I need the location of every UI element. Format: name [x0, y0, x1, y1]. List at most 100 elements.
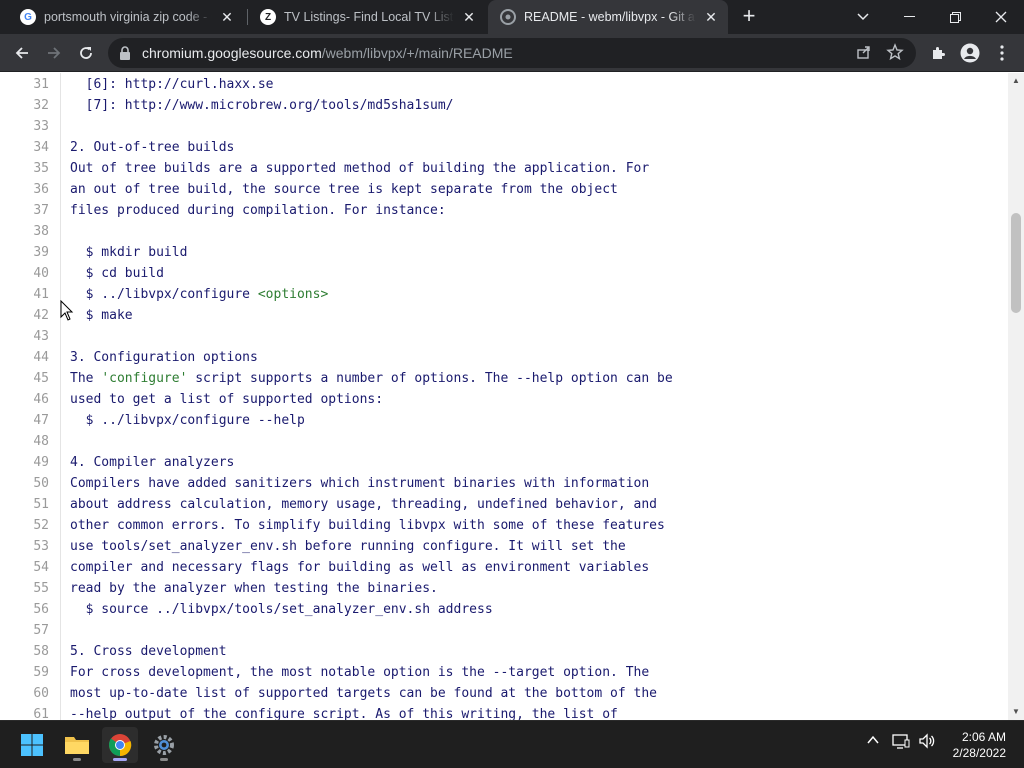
line-number[interactable]: 60 — [0, 683, 49, 704]
line-number[interactable]: 31 — [0, 74, 49, 95]
document-line: 47 $ ../libvpx/configure --help — [0, 410, 1008, 431]
document-line: 60 most up-to-date list of supported targ… — [0, 683, 1008, 704]
tab-search-icon[interactable] — [840, 0, 886, 34]
line-number[interactable]: 55 — [0, 578, 49, 599]
document-line: 45 The 'configure' script supports a numb… — [0, 368, 1008, 389]
close-tab-icon[interactable]: ✕ — [460, 8, 478, 26]
line-number[interactable]: 45 — [0, 368, 49, 389]
document-line: 37 files produced during compilation. For… — [0, 200, 1008, 221]
line-number[interactable]: 42 — [0, 305, 49, 326]
line-text-segment: Out of tree builds are a supported metho… — [70, 161, 650, 176]
z-icon: Z — [260, 9, 276, 25]
scroll-up-arrow-icon[interactable]: ▲ — [1011, 76, 1021, 86]
line-number[interactable]: 40 — [0, 263, 49, 284]
line-number[interactable]: 49 — [0, 452, 49, 473]
extensions-icon[interactable] — [924, 39, 952, 67]
line-number[interactable]: 58 — [0, 641, 49, 662]
back-button[interactable] — [8, 39, 36, 67]
menu-dots-icon[interactable] — [988, 39, 1016, 67]
tab-google-search[interactable]: G portsmouth virginia zip code - Go ✕ — [8, 0, 244, 34]
line-text-segment: $ make — [70, 308, 133, 323]
scroll-down-arrow-icon[interactable]: ▼ — [1011, 707, 1021, 717]
system-clock[interactable]: 2:06 AM 2/28/2022 — [953, 729, 1006, 761]
line-number[interactable]: 50 — [0, 473, 49, 494]
line-number[interactable]: 32 — [0, 95, 49, 116]
document-line: 51 about address calculation, memory usag… — [0, 494, 1008, 515]
close-tab-icon[interactable]: ✕ — [218, 8, 236, 26]
line-number[interactable]: 35 — [0, 158, 49, 179]
network-icon[interactable] — [892, 733, 910, 754]
tab-readme-active[interactable]: README - webm/libvpx - Git at Goo ✕ — [488, 0, 728, 34]
document-line: 56 $ source ../libvpx/tools/set_analyzer… — [0, 599, 1008, 620]
lock-icon[interactable] — [118, 45, 132, 66]
line-number[interactable]: 43 — [0, 326, 49, 347]
bookmark-star-icon[interactable] — [886, 43, 904, 66]
line-number[interactable]: 47 — [0, 410, 49, 431]
document-line: 54 compiler and necessary flags for build… — [0, 557, 1008, 578]
line-text-segment: other common errors. To simplify buildin… — [70, 518, 665, 533]
forward-button[interactable] — [40, 39, 68, 67]
line-number[interactable]: 39 — [0, 242, 49, 263]
line-number[interactable]: 41 — [0, 284, 49, 305]
line-text: files produced during compilation. For i… — [70, 200, 446, 221]
document-line: 40 $ cd build — [0, 263, 1008, 284]
reload-button[interactable] — [72, 39, 100, 67]
close-tab-icon[interactable]: ✕ — [702, 8, 720, 26]
address-bar[interactable]: chromium.googlesource.com/webm/libvpx/+/… — [108, 38, 916, 68]
line-text-segment: 2. Out-of-tree builds — [70, 140, 235, 155]
line-text-segment: Compilers have added sanitizers which in… — [70, 476, 650, 491]
clock-time: 2:06 AM — [961, 730, 1006, 744]
document-line: 44 3. Configuration options — [0, 347, 1008, 368]
vertical-scrollbar[interactable]: ▲ ▼ — [1008, 73, 1024, 720]
readme-document: 31 [6]: http://curl.haxx.se 32 [7]: http:… — [0, 73, 1008, 720]
line-text-segment: $ cd build — [70, 266, 164, 281]
line-number[interactable]: 56 — [0, 599, 49, 620]
line-number[interactable]: 61 — [0, 704, 49, 720]
minimize-icon[interactable] — [886, 0, 932, 34]
start-icon[interactable] — [14, 727, 50, 763]
show-hidden-icons-chevron-icon[interactable] — [866, 733, 880, 752]
line-number[interactable]: 44 — [0, 347, 49, 368]
line-text-segment: about address calculation, memory usage,… — [70, 497, 657, 512]
settings-icon[interactable] — [146, 727, 182, 763]
document-line: 36 an out of tree build, the source tree … — [0, 179, 1008, 200]
line-text-segment: $ source ../libvpx/tools/set_analyzer_en… — [70, 602, 493, 617]
line-number[interactable]: 54 — [0, 557, 49, 578]
line-text: $ cd build — [70, 263, 164, 284]
line-text: read by the analyzer when testing the bi… — [70, 578, 438, 599]
tab-title: TV Listings- Find Local TV Listings — [284, 10, 454, 24]
line-number[interactable]: 46 — [0, 389, 49, 410]
line-number[interactable]: 38 — [0, 221, 49, 242]
line-text-segment: For cross development, the most notable … — [70, 665, 650, 680]
line-number[interactable]: 36 — [0, 179, 49, 200]
document-line: 49 4. Compiler analyzers — [0, 452, 1008, 473]
document-line: 33 — [0, 116, 1008, 137]
line-text: $ make — [70, 305, 133, 326]
document-line: 39 $ mkdir build — [0, 242, 1008, 263]
profile-avatar-icon[interactable] — [956, 39, 984, 67]
line-number[interactable]: 48 — [0, 431, 49, 452]
restore-icon[interactable] — [932, 0, 978, 34]
chrome-icon[interactable] — [102, 727, 138, 763]
volume-icon[interactable] — [918, 733, 936, 754]
line-number[interactable]: 34 — [0, 137, 49, 158]
file-explorer-icon[interactable] — [59, 727, 95, 763]
url-host: chromium.googlesource.com — [142, 45, 322, 61]
close-window-icon[interactable] — [978, 0, 1024, 34]
scrollbar-thumb[interactable] — [1011, 213, 1021, 313]
share-icon[interactable] — [856, 44, 872, 65]
url-text[interactable]: chromium.googlesource.com/webm/libvpx/+/… — [142, 45, 513, 61]
document-line: 53 use tools/set_analyzer_env.sh before r… — [0, 536, 1008, 557]
line-number[interactable]: 52 — [0, 515, 49, 536]
line-number[interactable]: 33 — [0, 116, 49, 137]
document-line: 41 $ ../libvpx/configure <options> — [0, 284, 1008, 305]
line-number[interactable]: 59 — [0, 662, 49, 683]
line-text: $ source ../libvpx/tools/set_analyzer_en… — [70, 599, 493, 620]
google-git-icon — [500, 9, 516, 25]
tab-tv-listings[interactable]: Z TV Listings- Find Local TV Listings ✕ — [248, 0, 486, 34]
new-tab-button[interactable]: + — [737, 5, 761, 29]
line-number[interactable]: 51 — [0, 494, 49, 515]
line-number[interactable]: 53 — [0, 536, 49, 557]
line-number[interactable]: 37 — [0, 200, 49, 221]
line-number[interactable]: 57 — [0, 620, 49, 641]
